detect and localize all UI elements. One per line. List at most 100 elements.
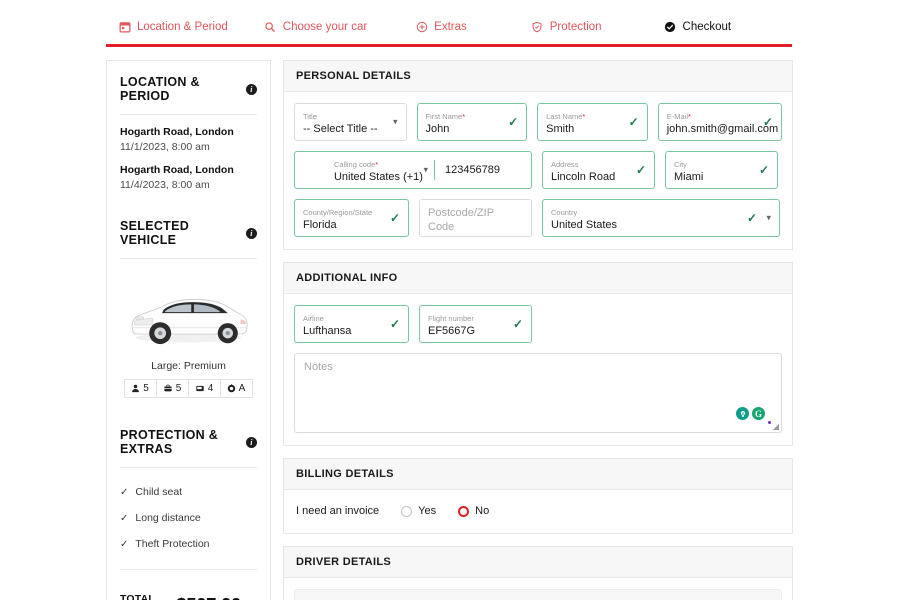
checkout-page: Location & Period Choose your car Extras… <box>0 0 900 600</box>
status-dot-icon <box>768 421 771 424</box>
check-icon: ✓ <box>389 211 400 225</box>
field-label: First Name* <box>425 112 466 121</box>
step-checkout[interactable]: Checkout <box>664 21 731 34</box>
phone-number-input[interactable]: 123456789 <box>435 164 500 176</box>
personal-details-title: PERSONAL DETAILS <box>284 61 792 92</box>
radio-yes[interactable] <box>401 505 413 517</box>
transmission-icon <box>227 384 236 393</box>
total-price-row: TOTAL PRICE $507.00 i <box>120 581 257 600</box>
radio-yes-label: Yes <box>418 505 437 517</box>
field-value: Florida <box>303 219 337 231</box>
airline-field[interactable]: Airline Lufthansa ✓ <box>294 305 409 343</box>
invoice-yes-option[interactable]: Yes <box>401 505 436 517</box>
radio-no-label: No <box>475 505 490 517</box>
calendar-icon <box>118 21 131 34</box>
total-price-value: $507.00 <box>176 594 241 600</box>
driver-details-card: DRIVER DETAILS Please, enter driver(s)' … <box>283 546 793 600</box>
invoice-no-option[interactable]: No <box>458 505 489 517</box>
spec-value: 4 <box>207 383 214 394</box>
check-icon: ✓ <box>120 486 129 498</box>
check-icon: ✓ <box>512 317 523 331</box>
spec-value: A <box>238 383 246 394</box>
city-field[interactable]: City Miami ✓ <box>665 151 778 189</box>
extra-label: Long distance <box>135 512 201 524</box>
field-label: Country <box>551 208 578 217</box>
field-value: United States (+1) <box>333 171 423 183</box>
field-placeholder: Postcode/ZIP Code <box>428 207 494 233</box>
field-value: Lincoln Road <box>551 171 616 183</box>
personal-details-card: PERSONAL DETAILS Title -- Select Title -… <box>283 60 793 250</box>
chevron-down-icon: ▾ <box>766 212 771 223</box>
lightbulb-icon[interactable] <box>736 407 749 420</box>
first-name-field[interactable]: First Name* John ✓ <box>416 103 528 141</box>
field-value: Smith <box>546 123 575 135</box>
calling-code-select[interactable]: Calling code* United States (+1) ▾ <box>326 152 434 188</box>
check-icon: ✓ <box>635 163 646 177</box>
checkout-stepper: Location & Period Choose your car Extras… <box>106 10 792 47</box>
driver-details-notice: Please, enter driver(s)' details. Use th… <box>294 589 782 600</box>
pickup-location: Hogarth Road, London 11/1/2023, 8:00 am <box>120 126 257 153</box>
invoice-radio-group: I need an invoice Yes No <box>294 501 782 521</box>
divider <box>120 258 257 259</box>
field-label: County/Region/State <box>303 208 373 217</box>
invoice-question: I need an invoice <box>296 505 380 517</box>
dropoff-name: Hogarth Road, London <box>120 164 234 176</box>
step-label: Extras <box>434 21 467 33</box>
spec-luggage: 5 <box>155 379 189 398</box>
radio-no[interactable] <box>458 505 470 517</box>
notes-textarea[interactable]: Notes G ◢ <box>294 353 782 433</box>
protection-extras-title: PROTECTION & EXTRAS <box>120 428 219 456</box>
field-value: Lufthansa <box>303 325 352 337</box>
spec-passengers: 5 <box>123 379 157 398</box>
extra-label: Theft Protection <box>135 538 210 550</box>
step-location-period[interactable]: Location & Period <box>118 21 228 34</box>
country-select[interactable]: Country United States ✓ ▾ <box>542 199 780 237</box>
spec-transmission: A <box>219 379 253 398</box>
booking-summary-sidebar: LOCATION & PERIOD i Hogarth Road, London… <box>106 60 271 600</box>
check-icon: ✓ <box>508 115 519 129</box>
billing-details-card: BILLING DETAILS I need an invoice Yes No <box>283 458 793 534</box>
field-label: Last Name* <box>546 112 586 121</box>
field-value: john.smith@gmail.com <box>666 123 779 135</box>
step-label: Protection <box>549 21 602 33</box>
last-name-field[interactable]: Last Name* Smith ✓ <box>537 103 648 141</box>
step-extras[interactable]: Extras <box>415 21 467 34</box>
field-label: Flight number <box>428 314 474 323</box>
grammarly-widget[interactable]: G <box>734 406 767 421</box>
additional-info-title: ADDITIONAL INFO <box>284 263 792 294</box>
field-value: Miami <box>674 171 704 183</box>
spec-value: 5 <box>175 383 182 394</box>
info-icon[interactable]: i <box>246 83 257 95</box>
check-icon: ✓ <box>389 317 400 331</box>
title-select[interactable]: Title -- Select Title -- ▾ <box>294 103 407 141</box>
grammarly-badge-icon[interactable]: G <box>752 407 765 420</box>
luggage-icon <box>163 384 173 393</box>
phone-field[interactable]: Calling code* United States (+1) ▾ 12345… <box>294 151 532 189</box>
divider <box>120 114 257 115</box>
notes-placeholder: Notes <box>304 361 333 373</box>
info-icon[interactable]: i <box>246 227 257 239</box>
vehicle-image <box>120 270 257 358</box>
extra-item: ✓ Child seat <box>120 479 257 505</box>
field-label: Address <box>551 160 579 169</box>
postcode-field[interactable]: Postcode/ZIP Code <box>419 199 532 237</box>
step-protection[interactable]: Protection <box>531 21 602 34</box>
resize-handle[interactable]: ◢ <box>773 422 779 431</box>
driver-details-title: DRIVER DETAILS <box>284 547 792 578</box>
email-field[interactable]: E-Mail* john.smith@gmail.com ✓ <box>657 103 782 141</box>
dropoff-location: Hogarth Road, London 11/4/2023, 8:00 am <box>120 164 257 191</box>
step-choose-your-car[interactable]: Choose your car <box>264 21 367 34</box>
location-period-header: LOCATION & PERIOD i <box>120 75 257 114</box>
info-icon[interactable]: i <box>246 436 257 448</box>
billing-details-title: BILLING DETAILS <box>284 459 792 490</box>
state-field[interactable]: County/Region/State Florida ✓ <box>294 199 409 237</box>
step-label: Choose your car <box>282 21 368 33</box>
flight-number-field[interactable]: Flight number EF5667G ✓ <box>419 305 532 343</box>
field-value: -- Select Title -- <box>303 123 378 135</box>
field-label: Airline <box>303 314 324 323</box>
check-icon: ✓ <box>120 538 129 550</box>
field-label: E-Mail* <box>666 112 691 121</box>
check-icon: ✓ <box>746 211 757 225</box>
address-field[interactable]: Address Lincoln Road ✓ <box>542 151 655 189</box>
field-label: Title <box>303 112 317 121</box>
